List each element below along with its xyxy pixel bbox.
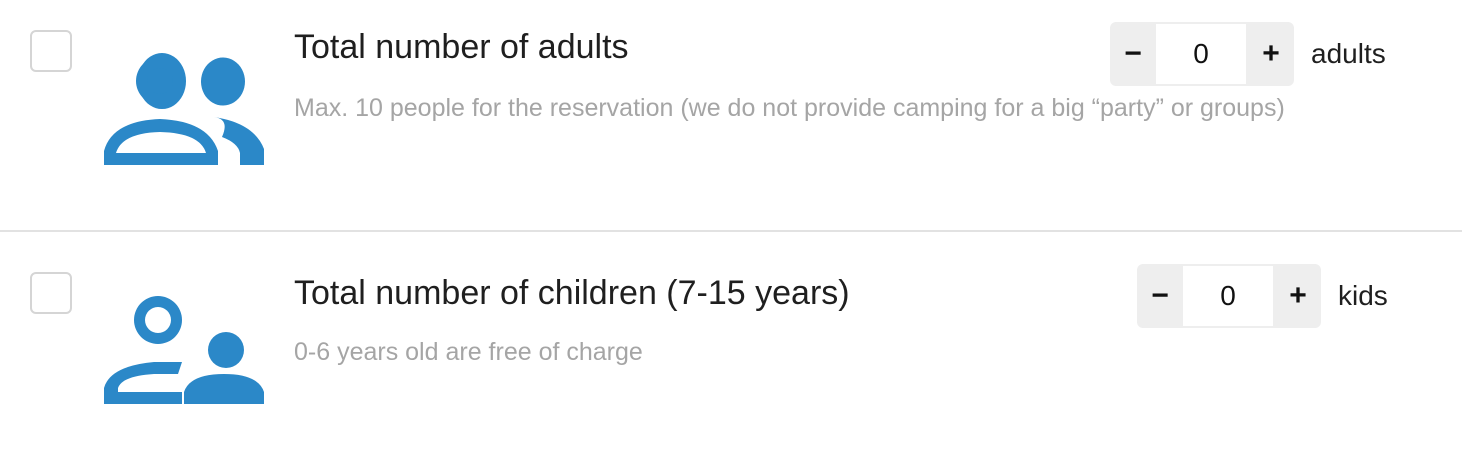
children-unit-label: kids xyxy=(1338,280,1388,311)
adults-title: Total number of adults xyxy=(294,28,629,66)
adults-subtitle: Max. 10 people for the reservation (we d… xyxy=(294,94,1285,122)
adults-checkbox[interactable] xyxy=(30,30,72,72)
child-icon xyxy=(104,296,264,404)
adults-icon xyxy=(104,53,264,165)
children-count-input[interactable] xyxy=(1183,266,1273,326)
adults-decrement-button[interactable]: − xyxy=(1110,22,1156,86)
guest-count-form: Total number of adults Max. 10 people fo… xyxy=(0,0,1462,470)
children-checkbox[interactable] xyxy=(30,272,72,314)
children-decrement-button[interactable]: − xyxy=(1137,264,1183,328)
adults-stepper: − + xyxy=(1110,22,1294,86)
children-title: Total number of children (7-15 years) xyxy=(294,274,850,312)
adults-count-input[interactable] xyxy=(1156,24,1246,84)
children-increment-button[interactable]: + xyxy=(1275,264,1321,328)
children-stepper: − + xyxy=(1137,264,1321,328)
adults-unit-label: adults xyxy=(1311,38,1386,69)
adults-row: Total number of adults Max. 10 people fo… xyxy=(0,0,1462,230)
children-subtitle: 0-6 years old are free of charge xyxy=(294,338,643,366)
adults-increment-button[interactable]: + xyxy=(1248,22,1294,86)
children-row: Total number of children (7-15 years) 0-… xyxy=(0,232,1462,470)
